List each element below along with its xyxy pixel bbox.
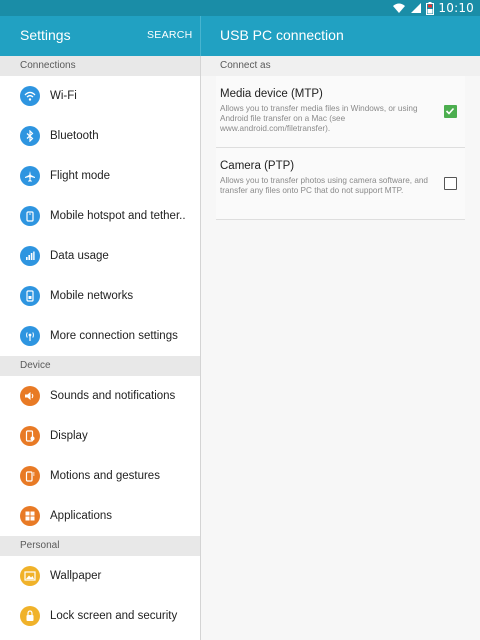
sidebar-item-applications[interactable]: Applications bbox=[0, 496, 200, 536]
sidebar-item-label: Mobile networks bbox=[50, 290, 134, 302]
sidebar-item-lock-screen[interactable]: Lock screen and security bbox=[0, 596, 200, 636]
sidebar-item-mobile-networks[interactable]: Mobile networks bbox=[0, 276, 200, 316]
more-connections-icon bbox=[20, 326, 40, 346]
page-title: USB PC connection bbox=[220, 27, 344, 43]
sidebar-item-bluetooth[interactable]: Bluetooth bbox=[0, 116, 200, 156]
sidebar-item-motions[interactable]: Motions and gestures bbox=[0, 456, 200, 496]
status-icons: 10:10 bbox=[392, 1, 474, 15]
airplane-icon bbox=[20, 166, 40, 186]
option-title: Camera (PTP) bbox=[220, 160, 295, 172]
sidebar-item-label: Data usage bbox=[50, 250, 109, 262]
motion-icon bbox=[20, 466, 40, 486]
ptp-checkbox[interactable] bbox=[444, 177, 457, 190]
app-bar: Settings SEARCH USB PC connection bbox=[0, 16, 480, 56]
sidebar-item-label: Flight mode bbox=[50, 170, 111, 182]
wifi-icon bbox=[392, 2, 406, 14]
sidebar-item-label: Display bbox=[50, 430, 88, 442]
wifi-icon bbox=[20, 86, 40, 106]
settings-title: Settings bbox=[20, 27, 71, 43]
option-description: Allows you to transfer photos using came… bbox=[220, 176, 428, 195]
usb-connection-pane: Connect as Media device (MTP) Allows you… bbox=[201, 56, 480, 640]
search-button[interactable]: SEARCH bbox=[147, 29, 193, 41]
option-title: Media device (MTP) bbox=[220, 88, 323, 100]
app-bar-divider bbox=[200, 16, 201, 56]
sidebar-item-label: Lock screen and security bbox=[50, 610, 178, 622]
wallpaper-icon bbox=[20, 566, 40, 586]
sidebar-item-display[interactable]: Display bbox=[0, 416, 200, 456]
sound-icon bbox=[20, 386, 40, 406]
sidebar-item-sounds[interactable]: Sounds and notifications bbox=[0, 376, 200, 416]
mtp-checkbox[interactable] bbox=[444, 105, 457, 118]
status-bar: 10:10 bbox=[0, 0, 480, 16]
section-header-personal: Personal bbox=[0, 536, 200, 556]
sidebar-item-label: Motions and gestures bbox=[50, 470, 160, 482]
settings-list: Connections Wi-Fi Bluetooth Flight mode … bbox=[0, 56, 200, 640]
option-ptp[interactable]: Camera (PTP) Allows you to transfer phot… bbox=[216, 148, 465, 220]
battery-icon bbox=[426, 1, 435, 15]
sidebar-item-more-connections[interactable]: More connection settings bbox=[0, 316, 200, 356]
lock-icon bbox=[20, 606, 40, 626]
clock: 10:10 bbox=[438, 1, 474, 15]
sidebar-item-label: Wallpaper bbox=[50, 570, 102, 582]
display-icon bbox=[20, 426, 40, 446]
sidebar-item-hotspot[interactable]: Mobile hotspot and tether.. bbox=[0, 196, 200, 236]
bluetooth-icon bbox=[20, 126, 40, 146]
sidebar-item-label: Sounds and notifications bbox=[50, 390, 176, 402]
sidebar-item-label: Mobile hotspot and tether.. bbox=[50, 210, 186, 222]
sidebar-item-wallpaper[interactable]: Wallpaper bbox=[0, 556, 200, 596]
data-usage-icon bbox=[20, 246, 40, 266]
section-header-connections: Connections bbox=[0, 56, 200, 76]
option-description: Allows you to transfer media files in Wi… bbox=[220, 104, 418, 133]
section-header-connect-as: Connect as bbox=[201, 56, 480, 76]
sidebar-item-label: Applications bbox=[50, 510, 113, 522]
sidebar-item-flight-mode[interactable]: Flight mode bbox=[0, 156, 200, 196]
section-header-device: Device bbox=[0, 356, 200, 376]
hotspot-icon bbox=[20, 206, 40, 226]
mobile-network-icon bbox=[20, 286, 40, 306]
signal-icon bbox=[410, 2, 422, 14]
apps-icon bbox=[20, 506, 40, 526]
option-mtp[interactable]: Media device (MTP) Allows you to transfe… bbox=[216, 76, 465, 148]
sidebar-item-data-usage[interactable]: Data usage bbox=[0, 236, 200, 276]
sidebar-item-wifi[interactable]: Wi-Fi bbox=[0, 76, 200, 116]
sidebar-item-label: Bluetooth bbox=[50, 130, 99, 142]
sidebar-item-label: Wi-Fi bbox=[50, 90, 77, 102]
sidebar-item-label: More connection settings bbox=[50, 330, 178, 342]
